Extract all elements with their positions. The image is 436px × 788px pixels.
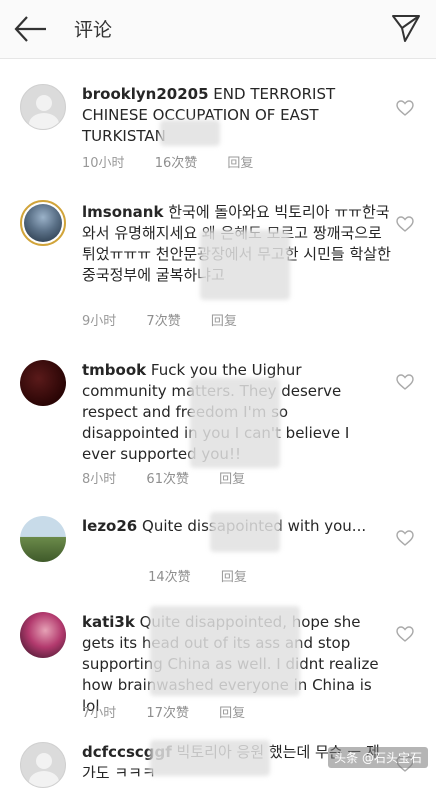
redaction-mark: [150, 740, 270, 776]
heart-icon[interactable]: [396, 100, 414, 116]
comment-likes[interactable]: 61次赞: [146, 472, 189, 487]
comment-body: brooklyn20205 END TERRORIST CHINESE OCCU…: [82, 84, 382, 147]
reply-button[interactable]: 回复: [227, 156, 253, 171]
comment-username[interactable]: lezo26: [82, 517, 137, 535]
reply-button[interactable]: 回复: [221, 570, 247, 585]
reply-button[interactable]: 回复: [211, 314, 237, 329]
comment-meta: 14次赞 回复: [82, 566, 273, 585]
reply-button[interactable]: 回复: [219, 472, 245, 487]
watermark-label: 头条 @石头宝石: [328, 747, 428, 768]
direct-send-icon[interactable]: [390, 12, 422, 44]
page-title: 评论: [74, 19, 113, 41]
comment-time: 8小时: [82, 472, 117, 487]
comment-likes[interactable]: 16次赞: [155, 156, 198, 171]
heart-icon[interactable]: [396, 216, 414, 232]
comment-meta: 7小时 17次赞 回复: [82, 702, 271, 721]
avatar[interactable]: [20, 612, 66, 658]
comment-meta: 8小时 61次赞 回复: [82, 468, 271, 487]
redaction-mark: [200, 230, 290, 300]
heart-icon[interactable]: [396, 626, 414, 642]
avatar[interactable]: [20, 200, 66, 246]
redaction-mark: [150, 606, 300, 696]
top-bar: 评论: [0, 0, 436, 59]
back-arrow-icon[interactable]: [10, 12, 50, 46]
comment-username[interactable]: kati3k: [82, 613, 135, 631]
comment-likes[interactable]: 7次赞: [146, 314, 180, 329]
heart-icon[interactable]: [396, 530, 414, 546]
comment-likes[interactable]: 17次赞: [146, 706, 189, 721]
comment-username[interactable]: lmsonank: [82, 203, 163, 221]
redaction-mark: [160, 120, 220, 146]
comment-time: 7小时: [82, 706, 117, 721]
redaction-mark: [210, 512, 280, 552]
redaction-mark: [190, 378, 280, 468]
comment-likes[interactable]: 14次赞: [148, 570, 191, 585]
comment-time: 9小时: [82, 314, 117, 329]
avatar-image: [24, 204, 62, 242]
reply-button[interactable]: 回复: [219, 706, 245, 721]
avatar[interactable]: [20, 516, 66, 562]
avatar[interactable]: [20, 360, 66, 406]
comment-username[interactable]: tmbook: [82, 361, 146, 379]
avatar[interactable]: [20, 84, 66, 130]
avatar[interactable]: [20, 742, 66, 788]
comment-meta: 10小时 16次赞 回复: [82, 152, 279, 171]
comment-meta: 9小时 7次赞 回复: [82, 310, 263, 329]
comment-username[interactable]: brooklyn20205: [82, 85, 209, 103]
heart-icon[interactable]: [396, 374, 414, 390]
comment-time: 10小时: [82, 156, 125, 171]
